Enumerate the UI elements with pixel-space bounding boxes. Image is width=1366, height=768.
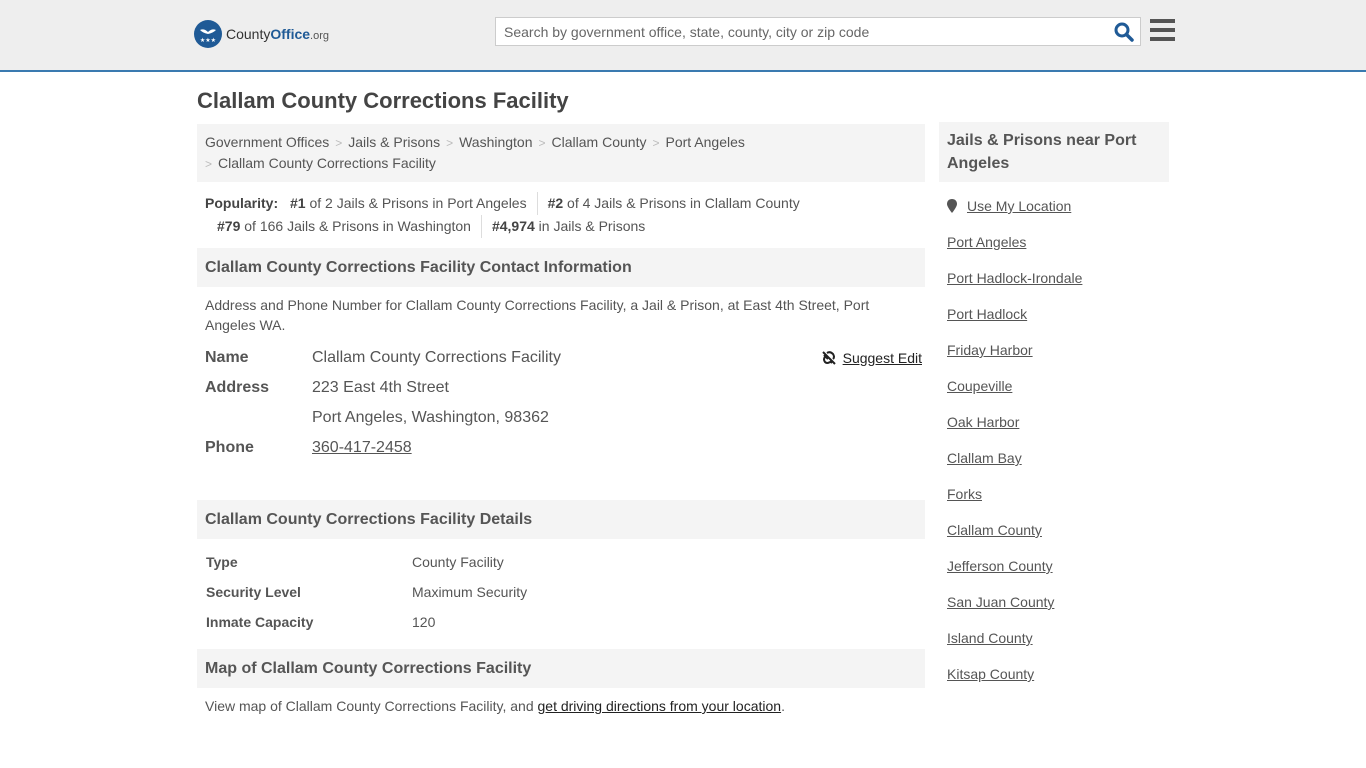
sidebar-link[interactable]: Oak Harbor <box>947 414 1161 450</box>
search-icon[interactable] <box>1114 22 1134 42</box>
contact-description: Address and Phone Number for Clallam Cou… <box>205 297 870 333</box>
popularity-item: #2 of 4 Jails & Prisons in Clallam Count… <box>536 192 810 215</box>
sidebar-link[interactable]: Coupeville <box>947 378 1161 414</box>
details-row: Inmate Capacity 120 <box>206 614 436 630</box>
logo-text: CountyOffice.org <box>226 26 330 42</box>
details-heading: Clallam County Corrections Facility Deta… <box>197 500 925 539</box>
breadcrumb: Government Offices > Jails & Prisons > Washi… <box>197 124 925 182</box>
location-pin-icon <box>947 199 957 213</box>
chevron-right-icon: > <box>205 157 213 171</box>
sidebar-link[interactable]: Clallam Bay <box>947 450 1161 486</box>
contact-row-address: Address 223 East 4th Street <box>205 379 449 396</box>
popularity-item: #1 of 2 Jails & Prisons in Port Angeles <box>290 195 527 211</box>
sidebar-link[interactable]: Port Angeles <box>947 234 1161 270</box>
contact-heading: Clallam County Corrections Facility Cont… <box>197 248 925 287</box>
contact-row-name: Name Clallam County Corrections Facility <box>205 349 561 366</box>
chevron-right-icon: > <box>652 136 660 150</box>
eagle-logo-icon: ★★★ <box>194 20 222 48</box>
map-heading: Map of Clallam County Corrections Facili… <box>197 649 925 688</box>
use-location-item[interactable]: Use My Location <box>947 198 1161 234</box>
sidebar-link[interactable]: Port Hadlock <box>947 306 1161 342</box>
search-input[interactable] <box>496 18 1096 45</box>
popularity-label: Popularity: <box>205 195 279 211</box>
sidebar-link[interactable]: Friday Harbor <box>947 342 1161 378</box>
breadcrumb-port-angeles[interactable]: Port Angeles <box>665 134 744 150</box>
popularity: Popularity: #1 of 2 Jails & Prisons in P… <box>197 182 925 238</box>
breadcrumb-clallam-county[interactable]: Clallam County <box>552 134 647 150</box>
sidebar-link[interactable]: San Juan County <box>947 594 1161 630</box>
contact-info: Suggest Edit Name Clallam County Correcti… <box>197 343 925 463</box>
sidebar-link[interactable]: Kitsap County <box>947 666 1161 702</box>
sidebar-link[interactable]: Jefferson County <box>947 558 1161 594</box>
chevron-right-icon: > <box>335 136 343 150</box>
breadcrumb-jails-prisons[interactable]: Jails & Prisons <box>348 134 440 150</box>
details-row: Security Level Maximum Security <box>206 584 528 600</box>
details-table: Type County Facility Security Level Maximu… <box>197 539 925 637</box>
sidebar-link[interactable]: Port Hadlock-Irondale <box>947 270 1161 306</box>
phone-link[interactable]: 360-417-2458 <box>312 433 412 463</box>
site-header: ★★★ CountyOffice.org <box>0 0 1366 72</box>
popularity-item: #4,974 in Jails & Prisons <box>480 215 655 238</box>
popularity-item: #79 of 166 Jails & Prisons in Washington <box>217 218 471 234</box>
breadcrumb-current: Clallam County Corrections Facility <box>218 155 436 171</box>
logo[interactable]: ★★★ CountyOffice.org <box>194 20 329 48</box>
hamburger-menu-icon[interactable] <box>1150 19 1175 41</box>
sidebar-link[interactable]: Forks <box>947 486 1161 522</box>
breadcrumb-government-offices[interactable]: Government Offices <box>205 134 329 150</box>
chevron-right-icon: > <box>446 136 454 150</box>
search-box <box>495 17 1141 46</box>
contact-row-phone: Phone 360-417-2458 <box>205 433 917 463</box>
sidebar-link[interactable]: Clallam County <box>947 522 1161 558</box>
driving-directions-link[interactable]: get driving directions from your locatio… <box>538 698 782 714</box>
main-content: Government Offices > Jails & Prisons > Washi… <box>197 124 925 724</box>
chevron-right-icon: > <box>538 136 546 150</box>
sidebar-list: Use My Location Port Angeles Port Hadloc… <box>939 182 1169 702</box>
map-description: View map of Clallam County Corrections F… <box>205 698 785 714</box>
suggest-edit-button[interactable]: Suggest Edit <box>821 343 922 373</box>
sidebar-link[interactable]: Island County <box>947 630 1161 666</box>
contact-row-address2: Port Angeles, Washington, 98362 <box>312 409 549 426</box>
breadcrumb-washington[interactable]: Washington <box>459 134 532 150</box>
svg-text:★★★: ★★★ <box>200 37 216 44</box>
sidebar: Jails & Prisons near Port Angeles Use My… <box>939 122 1169 702</box>
unlink-icon <box>821 351 836 365</box>
details-row: Type County Facility <box>206 554 504 570</box>
sidebar-heading: Jails & Prisons near Port Angeles <box>939 122 1169 182</box>
page-title: Clallam County Corrections Facility <box>197 88 569 113</box>
